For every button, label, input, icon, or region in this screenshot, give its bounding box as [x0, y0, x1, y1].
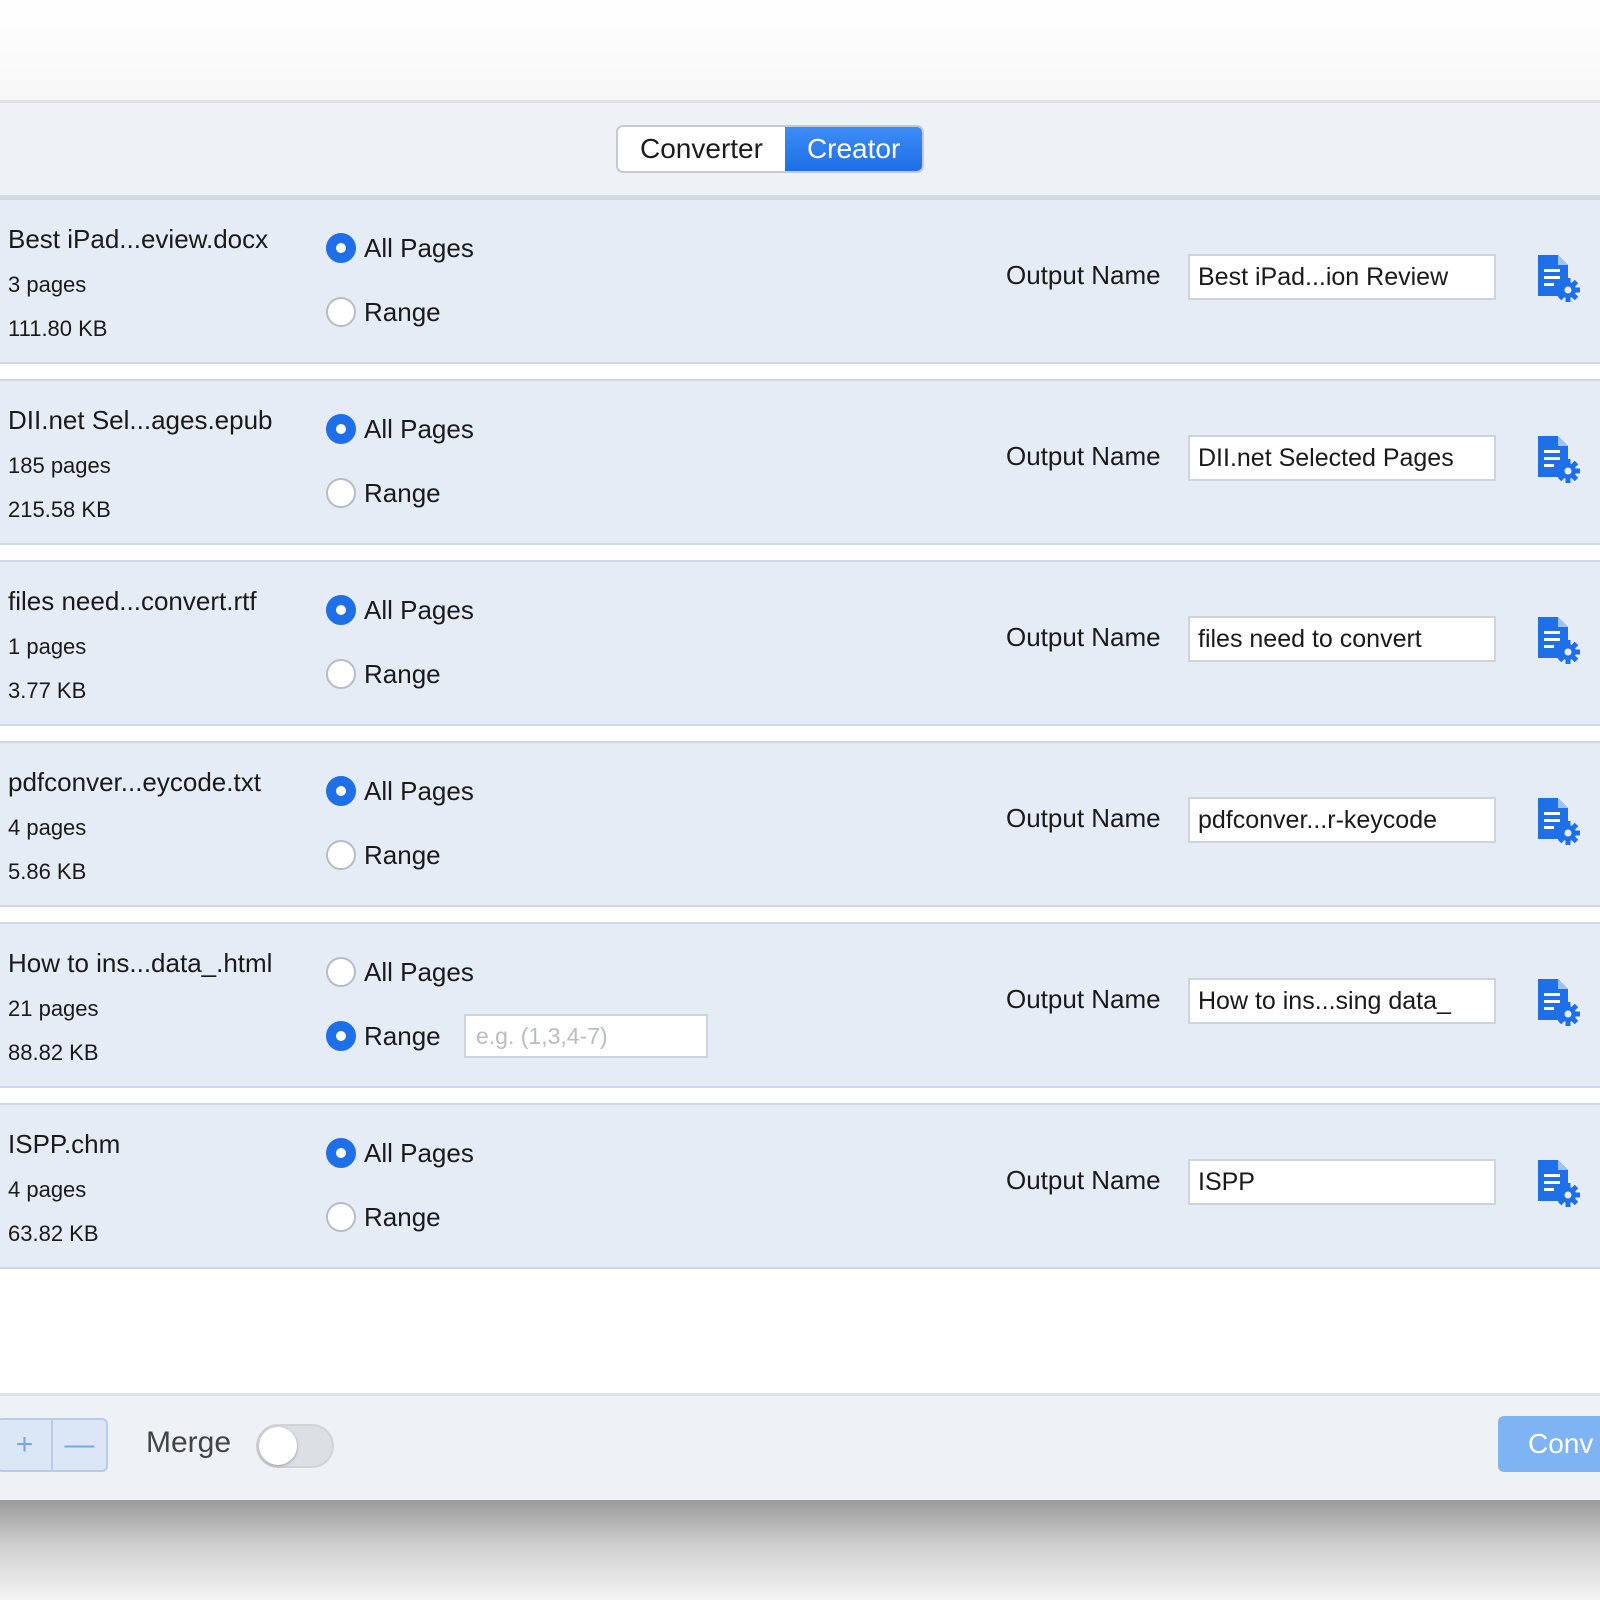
radio-button[interactable] — [326, 659, 356, 689]
file-size: 5.86 KB — [8, 859, 87, 884]
radio-all-pages[interactable]: All Pages — [326, 411, 474, 447]
add-remove-control: + — — [0, 1418, 108, 1472]
convert-button[interactable]: Conv — [1498, 1416, 1600, 1472]
mode-toolbar: Converter Creator — [0, 103, 1600, 198]
radio-button[interactable] — [326, 414, 356, 444]
file-name: How to ins...data_.html — [8, 948, 273, 978]
range-input[interactable] — [464, 1014, 708, 1058]
radio-all-pages[interactable]: All Pages — [326, 773, 474, 809]
document-gear-icon[interactable] — [1534, 614, 1582, 666]
merge-toggle-knob — [259, 1427, 297, 1465]
tab-creator[interactable]: Creator — [784, 127, 923, 171]
radio-label: Range — [364, 477, 441, 508]
radio-all-pages[interactable]: All Pages — [326, 1135, 474, 1171]
output-name-label: Output Name — [1006, 260, 1161, 290]
minus-icon: — — [64, 1428, 95, 1461]
output-name-input[interactable] — [1188, 1159, 1496, 1205]
tab-converter[interactable]: Converter — [618, 127, 785, 171]
mode-segmented-control: Converter Creator — [616, 125, 925, 173]
output-name-input[interactable] — [1188, 435, 1496, 481]
radio-label: Range — [364, 1020, 441, 1051]
file-name: ISPP.chm — [8, 1129, 121, 1159]
document-gear-icon[interactable] — [1534, 1157, 1582, 1209]
file-row: How to ins...data_.html 21 pages 88.82 K… — [0, 922, 1600, 1088]
add-file-button[interactable]: + — [0, 1420, 51, 1470]
file-name: Best iPad...eview.docx — [8, 224, 269, 254]
radio-button[interactable] — [326, 1138, 356, 1168]
file-row: Best iPad...eview.docx 3 pages 111.80 KB… — [0, 198, 1600, 364]
radio-all-pages[interactable]: All Pages — [326, 954, 474, 990]
merge-toggle[interactable] — [256, 1424, 334, 1468]
radio-button[interactable] — [326, 776, 356, 806]
radio-button[interactable] — [326, 233, 356, 263]
radio-label: Range — [364, 1201, 441, 1232]
radio-range[interactable]: Range — [326, 475, 441, 511]
radio-button[interactable] — [326, 595, 356, 625]
radio-range[interactable]: Range — [326, 1199, 441, 1235]
file-size: 63.82 KB — [8, 1221, 99, 1246]
output-name-input[interactable] — [1188, 978, 1496, 1024]
plus-icon: + — [15, 1428, 34, 1461]
document-gear-icon[interactable] — [1534, 795, 1582, 847]
radio-button[interactable] — [326, 957, 356, 987]
radio-button[interactable] — [326, 478, 356, 508]
output-name-input[interactable] — [1188, 254, 1496, 300]
radio-range[interactable]: Range — [326, 1018, 441, 1054]
file-page-count: 3 pages — [8, 272, 87, 297]
radio-button[interactable] — [326, 840, 356, 870]
radio-label: All Pages — [364, 413, 474, 444]
radio-range[interactable]: Range — [326, 294, 441, 330]
app-window: Converter Creator Best iPad...eview.docx… — [0, 100, 1600, 1506]
file-page-count: 185 pages — [8, 453, 111, 478]
file-name: pdfconver...eycode.txt — [8, 767, 261, 797]
radio-label: All Pages — [364, 956, 474, 987]
radio-label: All Pages — [364, 1137, 474, 1168]
radio-label: All Pages — [364, 775, 474, 806]
file-name: DII.net Sel...ages.epub — [8, 405, 273, 435]
output-name-label: Output Name — [1006, 622, 1161, 652]
radio-label: Range — [364, 296, 441, 327]
file-page-count: 1 pages — [8, 634, 87, 659]
radio-range[interactable]: Range — [326, 656, 441, 692]
radio-label: Range — [364, 658, 441, 689]
output-name-label: Output Name — [1006, 1165, 1161, 1195]
output-name-label: Output Name — [1006, 803, 1161, 833]
document-gear-icon[interactable] — [1534, 433, 1582, 485]
output-name-label: Output Name — [1006, 441, 1161, 471]
file-page-count: 21 pages — [8, 996, 99, 1021]
file-name: files need...convert.rtf — [8, 586, 257, 616]
file-row: pdfconver...eycode.txt 4 pages 5.86 KB A… — [0, 741, 1600, 907]
file-size: 3.77 KB — [8, 678, 87, 703]
document-gear-icon[interactable] — [1534, 252, 1582, 304]
bottom-toolbar: + — Merge Conv — [0, 1393, 1600, 1506]
file-size: 88.82 KB — [8, 1040, 99, 1065]
file-row: ISPP.chm 4 pages 63.82 KB All Pages Rang… — [0, 1103, 1600, 1269]
file-page-count: 4 pages — [8, 815, 87, 840]
file-page-count: 4 pages — [8, 1177, 87, 1202]
file-list: Best iPad...eview.docx 3 pages 111.80 KB… — [0, 198, 1600, 1284]
file-row: files need...convert.rtf 1 pages 3.77 KB… — [0, 560, 1600, 726]
radio-range[interactable]: Range — [326, 837, 441, 873]
radio-all-pages[interactable]: All Pages — [326, 230, 474, 266]
radio-label: Range — [364, 839, 441, 870]
file-row: DII.net Sel...ages.epub 185 pages 215.58… — [0, 379, 1600, 545]
output-name-input[interactable] — [1188, 797, 1496, 843]
radio-label: All Pages — [364, 232, 474, 263]
output-name-input[interactable] — [1188, 616, 1496, 662]
document-gear-icon[interactable] — [1534, 976, 1582, 1028]
radio-button[interactable] — [326, 1021, 356, 1051]
file-size: 111.80 KB — [8, 316, 108, 341]
file-size: 215.58 KB — [8, 497, 111, 522]
radio-button[interactable] — [326, 1202, 356, 1232]
radio-all-pages[interactable]: All Pages — [326, 592, 474, 628]
radio-button[interactable] — [326, 297, 356, 327]
window-top-area — [0, 0, 1600, 100]
merge-label: Merge — [146, 1426, 232, 1459]
radio-label: All Pages — [364, 594, 474, 625]
remove-file-button[interactable]: — — [51, 1420, 106, 1470]
output-name-label: Output Name — [1006, 984, 1161, 1014]
window-shadow — [0, 1500, 1600, 1600]
